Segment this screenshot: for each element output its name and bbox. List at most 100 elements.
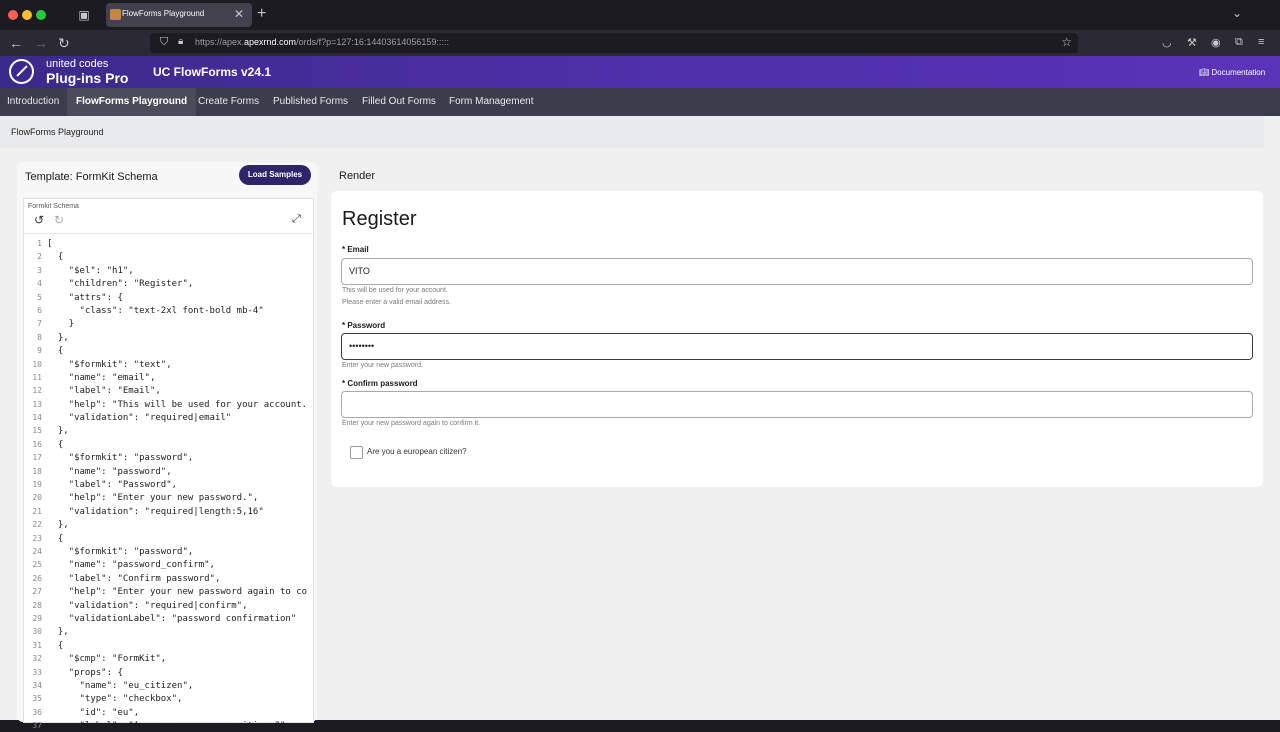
line-number: 12 bbox=[32, 386, 42, 396]
code-line: 19 "label": "Password", bbox=[24, 478, 313, 491]
code-text: "$cmp": "FormKit", bbox=[47, 654, 167, 665]
nav-flowforms-playground[interactable]: FlowForms Playground bbox=[67, 88, 197, 116]
documentation-link[interactable]: 📖︎ Documentation bbox=[1199, 68, 1265, 77]
code-text: "validationLabel": "password confirmatio… bbox=[47, 613, 297, 624]
code-line: 26 "label": "Confirm password", bbox=[24, 572, 313, 585]
redo-icon[interactable]: ↻ bbox=[54, 213, 64, 227]
code-area[interactable]: 1[2 {3 "$el": "h1", 4 "children": "Regist… bbox=[24, 237, 313, 732]
brand-line2: Plug-ins Pro bbox=[46, 70, 129, 86]
undo-icon[interactable]: ↺ bbox=[34, 213, 44, 227]
close-window-button[interactable] bbox=[8, 10, 18, 20]
code-text: }, bbox=[47, 627, 69, 638]
code-line: 20 "help": "Enter your new password.", bbox=[24, 491, 313, 504]
code-text: { bbox=[47, 533, 64, 544]
line-number: 33 bbox=[32, 667, 42, 677]
code-line: 37 "label": "Are you a european citizen?… bbox=[24, 719, 313, 732]
code-text: }, bbox=[47, 520, 69, 531]
maximize-window-button[interactable] bbox=[36, 10, 46, 20]
confirm-password-field[interactable] bbox=[341, 391, 1253, 418]
code-line: 23 { bbox=[24, 532, 313, 545]
chevron-down-icon[interactable]: ⌄ bbox=[1232, 6, 1242, 20]
expand-icon[interactable]: ⤢ bbox=[292, 213, 301, 226]
code-text: "validation": "required|length:5,16" bbox=[47, 506, 264, 517]
nav-create-forms[interactable]: Create Forms bbox=[198, 88, 259, 116]
email-label: * Email bbox=[342, 245, 369, 254]
menu-icon[interactable]: ≡ bbox=[1258, 36, 1264, 48]
line-number: 13 bbox=[32, 399, 42, 409]
code-line: 1[ bbox=[24, 237, 313, 250]
minimize-window-button[interactable] bbox=[22, 10, 32, 20]
line-number: 1 bbox=[37, 239, 42, 248]
line-number: 14 bbox=[32, 413, 42, 423]
code-line: 14 "validation": "required|email" bbox=[24, 411, 313, 424]
code-line: 34 "name": "eu_citizen", bbox=[24, 679, 313, 692]
line-number: 36 bbox=[32, 707, 42, 717]
bookmark-star-icon[interactable]: ☆ bbox=[1061, 35, 1072, 49]
code-text: "validation": "required|confirm", bbox=[47, 600, 248, 611]
code-line: 18 "name": "password", bbox=[24, 465, 313, 478]
browser-navbar: ← → ↻ ⛉ 🔒︎ https://apex.apexrnd.com/ords… bbox=[0, 30, 1280, 56]
eu-citizen-checkbox[interactable] bbox=[350, 446, 363, 459]
code-text: "class": "text-2xl font-bold mb-4" bbox=[47, 305, 264, 316]
line-number: 7 bbox=[37, 319, 42, 329]
form-heading: Register bbox=[342, 208, 417, 230]
line-number: 11 bbox=[32, 372, 42, 382]
line-number: 25 bbox=[32, 560, 42, 570]
nav-published-forms[interactable]: Published Forms bbox=[273, 88, 348, 116]
code-line: 10 "$formkit": "text", bbox=[24, 358, 313, 371]
template-title: Template: FormKit Schema bbox=[25, 171, 158, 183]
code-text: "name": "eu_citizen", bbox=[47, 680, 194, 691]
pocket-icon[interactable]: ◡ bbox=[1162, 36, 1172, 49]
close-tab-icon[interactable]: ✕ bbox=[234, 7, 244, 21]
line-number: 3 bbox=[37, 265, 42, 275]
page-scrollbar[interactable] bbox=[1266, 116, 1280, 720]
render-card: Register * Email VITO This will be used … bbox=[331, 191, 1263, 487]
schema-editor[interactable]: Formkit Schema ↺ ↻ ⤢ 1[2 {3 "$el": "h1",… bbox=[23, 198, 314, 731]
password-field[interactable]: •••••••• bbox=[341, 333, 1253, 360]
editor-label: Formkit Schema bbox=[28, 203, 79, 210]
logo-icon bbox=[9, 59, 34, 84]
extensions-icon[interactable]: ⧉ bbox=[1235, 36, 1243, 49]
code-text: { bbox=[47, 640, 64, 651]
nav-form-management[interactable]: Form Management bbox=[449, 88, 533, 116]
nav-filled-out-forms[interactable]: Filled Out Forms bbox=[362, 88, 436, 116]
lock-icon[interactable]: 🔒︎ bbox=[178, 36, 183, 47]
code-line: 25 "name": "password_confirm", bbox=[24, 558, 313, 571]
editor-divider bbox=[24, 233, 313, 234]
eu-citizen-label[interactable]: Are you a european citizen? bbox=[367, 447, 467, 456]
line-number: 10 bbox=[32, 359, 42, 369]
address-bar[interactable]: ⛉ 🔒︎ https://apex.apexrnd.com/ords/f?p=1… bbox=[150, 33, 1078, 53]
url-text[interactable]: https://apex.apexrnd.com/ords/f?p=127:16… bbox=[195, 37, 449, 47]
tab-overview-icon[interactable]: ▣ bbox=[77, 8, 91, 22]
line-number: 24 bbox=[32, 546, 42, 556]
line-number: 4 bbox=[37, 279, 42, 289]
line-number: 16 bbox=[32, 439, 42, 449]
tab-title: FlowForms Playground bbox=[122, 9, 205, 18]
favicon-icon bbox=[110, 9, 121, 20]
wrench-icon[interactable]: ⚒ bbox=[1187, 36, 1197, 49]
email-field[interactable]: VITO bbox=[341, 258, 1253, 285]
code-text: { bbox=[47, 252, 64, 263]
browser-tab[interactable]: FlowForms Playground ✕ bbox=[106, 3, 252, 27]
new-tab-icon[interactable]: + bbox=[257, 5, 266, 23]
line-number: 17 bbox=[32, 453, 42, 463]
brand-line1: united codes bbox=[46, 58, 109, 70]
code-text: "name": "password_confirm", bbox=[47, 560, 215, 571]
line-number: 30 bbox=[32, 627, 42, 637]
load-samples-button[interactable]: Load Samples bbox=[239, 165, 311, 185]
code-line: 15 }, bbox=[24, 424, 313, 437]
breadcrumb: FlowForms Playground bbox=[11, 127, 104, 137]
line-number: 23 bbox=[32, 533, 42, 543]
reload-icon[interactable]: ↻ bbox=[58, 35, 70, 51]
code-line: 13 "help": "This will be used for your a… bbox=[24, 398, 313, 411]
nav-introduction[interactable]: Introduction bbox=[0, 88, 66, 116]
code-text: "help": "Enter your new password.", bbox=[47, 493, 259, 504]
code-text: "$formkit": "password", bbox=[47, 546, 194, 557]
code-line: 17 "$formkit": "password", bbox=[24, 451, 313, 464]
shield-icon[interactable]: ⛉ bbox=[160, 36, 168, 49]
forward-icon[interactable]: → bbox=[34, 35, 48, 51]
back-icon[interactable]: ← bbox=[9, 35, 23, 51]
code-line: 16 { bbox=[24, 438, 313, 451]
account-icon[interactable]: ◉ bbox=[1211, 36, 1221, 49]
line-number: 20 bbox=[32, 493, 42, 503]
